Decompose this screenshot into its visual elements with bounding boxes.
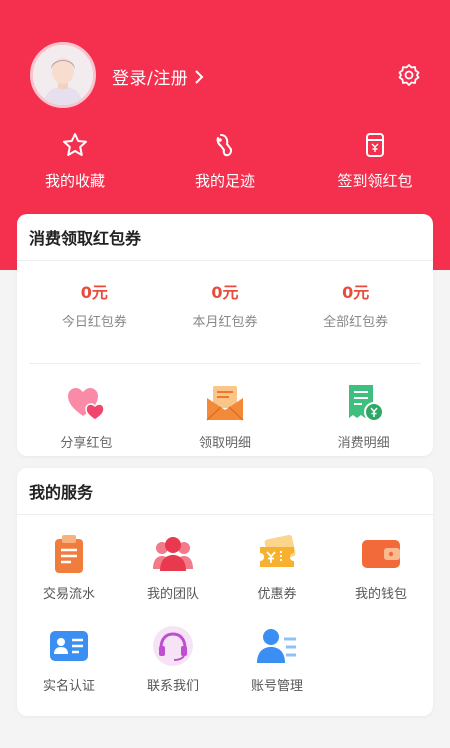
stat-value: 0元 xyxy=(80,283,108,302)
services-grid: 交易流水 我的团队 优惠券 我的钱包 实名认证 联系我们 账号管理 xyxy=(17,515,433,717)
stat-total[interactable]: 0元 全部红包券 xyxy=(296,279,416,363)
service-label: 账号管理 xyxy=(250,679,303,694)
sign-in-envelope-icon xyxy=(366,133,384,157)
service-transactions[interactable]: 交易流水 xyxy=(17,533,121,625)
spending-details-button[interactable]: 消费明细 xyxy=(304,382,424,451)
action-label: 领取明细 xyxy=(198,436,251,451)
footprint-icon xyxy=(216,134,233,157)
service-label: 我的团队 xyxy=(146,587,199,602)
service-coupons[interactable]: 优惠券 xyxy=(225,533,329,625)
quick-link-footprints[interactable]: 我的足迹 xyxy=(155,132,295,192)
receive-details-button[interactable]: 领取明细 xyxy=(165,382,285,451)
wallet-icon xyxy=(362,540,400,568)
id-card-icon xyxy=(50,631,88,661)
avatar[interactable] xyxy=(30,42,96,108)
stat-today[interactable]: 0元 今日红包券 xyxy=(34,279,154,363)
service-label: 联系我们 xyxy=(146,679,199,694)
quick-link-label: 签到领红包 xyxy=(337,172,413,190)
quick-link-label: 我的足迹 xyxy=(194,172,255,190)
quick-link-sign-in[interactable]: 签到领红包 xyxy=(305,132,445,192)
share-red-packet-button[interactable]: 分享红包 xyxy=(26,382,146,451)
coupon-card: 消费领取红包券 0元 今日红包券 0元 本月红包券 0元 全部红包券 分享红包 xyxy=(17,214,433,456)
services-card-title: 我的服务 xyxy=(17,468,433,515)
stat-label: 今日红包券 xyxy=(61,315,127,330)
user-avatar-icon xyxy=(33,45,93,105)
service-label: 实名认证 xyxy=(42,679,95,694)
coupon-icon xyxy=(260,534,296,567)
service-label: 我的钱包 xyxy=(354,587,407,602)
login-label: 登录/注册 xyxy=(112,69,189,89)
service-wallet[interactable]: 我的钱包 xyxy=(329,533,433,625)
action-label: 分享红包 xyxy=(60,436,113,451)
login-register-link[interactable]: 登录/注册 xyxy=(112,64,204,89)
stat-month[interactable]: 0元 本月红包券 xyxy=(165,279,285,363)
coupon-actions-row: 分享红包 领取明细 消费明细 xyxy=(17,364,433,451)
team-icon xyxy=(153,537,193,571)
service-label: 优惠券 xyxy=(257,587,297,602)
star-icon xyxy=(63,133,87,156)
service-contact-us[interactable]: 联系我们 xyxy=(121,625,225,717)
stat-value: 0元 xyxy=(211,283,239,302)
hearts-icon xyxy=(68,388,106,421)
settings-gear-icon[interactable] xyxy=(397,63,421,87)
chevron-right-icon xyxy=(195,69,204,84)
quick-link-favorites[interactable]: 我的收藏 xyxy=(5,132,145,192)
receipt-icon xyxy=(348,385,384,422)
coupon-card-title: 消费领取红包券 xyxy=(17,214,433,261)
stat-label: 本月红包券 xyxy=(192,315,258,330)
service-real-name-verification[interactable]: 实名认证 xyxy=(17,625,121,717)
action-label: 消费明细 xyxy=(337,436,390,451)
envelope-icon xyxy=(206,386,244,421)
headset-icon xyxy=(153,626,193,666)
stat-value: 0元 xyxy=(342,283,370,302)
clipboard-icon xyxy=(55,535,83,573)
quick-links-row: 我的收藏 我的足迹 签到领红包 xyxy=(0,132,450,192)
services-card: 我的服务 交易流水 我的团队 优惠券 我的钱包 实名认证 联系我们 账号管理 xyxy=(17,468,433,716)
service-label: 交易流水 xyxy=(42,587,95,602)
coupon-stats-row: 0元 今日红包券 0元 本月红包券 0元 全部红包券 xyxy=(29,261,421,364)
stat-label: 全部红包券 xyxy=(323,315,389,330)
quick-link-label: 我的收藏 xyxy=(44,172,105,190)
service-team[interactable]: 我的团队 xyxy=(121,533,225,625)
account-icon xyxy=(257,629,296,663)
service-account-management[interactable]: 账号管理 xyxy=(225,625,329,717)
